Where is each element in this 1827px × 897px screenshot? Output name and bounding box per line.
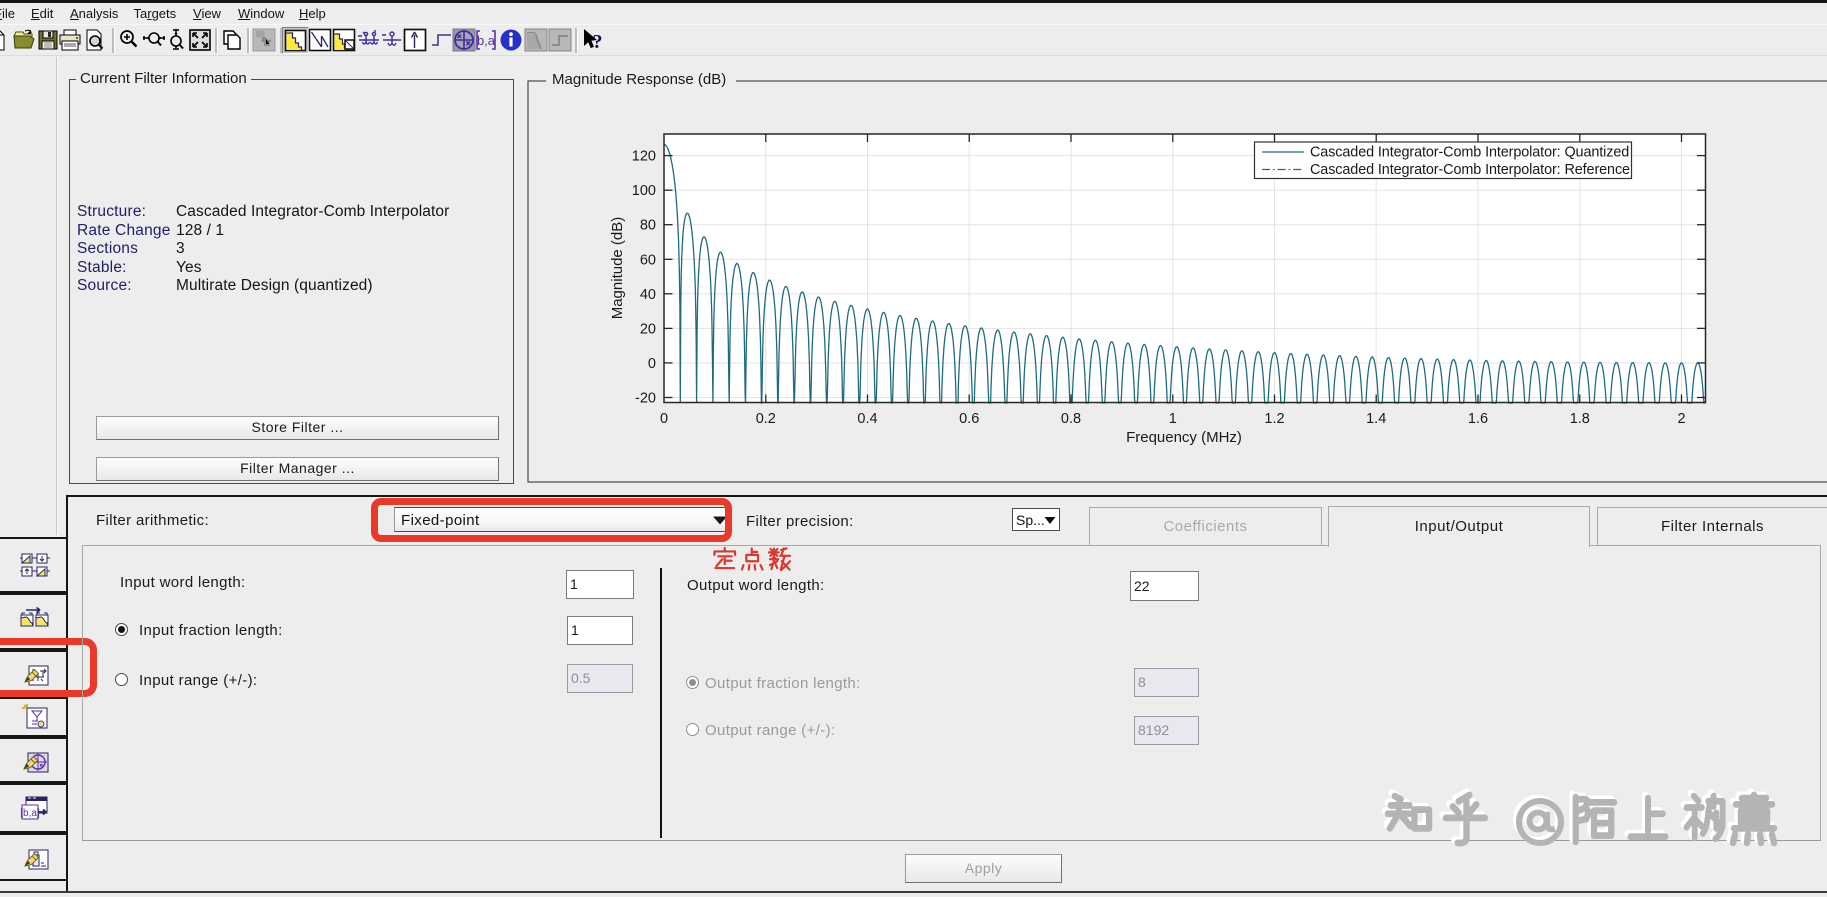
svg-text:Cascaded Integrator-Comb Inter: Cascaded Integrator-Comb Interpolator: R… bbox=[1310, 162, 1630, 178]
svg-text:0: 0 bbox=[648, 356, 656, 372]
svg-text:1.6: 1.6 bbox=[1468, 411, 1488, 427]
svg-text:?: ? bbox=[593, 31, 603, 52]
svg-text:Magnitude (dB): Magnitude (dB) bbox=[609, 217, 626, 320]
svg-text:120: 120 bbox=[632, 149, 656, 165]
svg-text:Cascaded Integrator-Comb Inter: Cascaded Integrator-Comb Interpolator: Q… bbox=[1310, 145, 1629, 161]
svg-text:0.6: 0.6 bbox=[959, 411, 979, 427]
svg-text:40: 40 bbox=[640, 287, 656, 303]
svg-text:20: 20 bbox=[640, 321, 656, 337]
svg-text:1.8: 1.8 bbox=[1570, 411, 1590, 427]
svg-text:Frequency (MHz): Frequency (MHz) bbox=[1126, 429, 1242, 446]
svg-text:0.8: 0.8 bbox=[1061, 411, 1081, 427]
svg-text:0: 0 bbox=[660, 411, 668, 427]
svg-text:60: 60 bbox=[640, 252, 656, 268]
svg-text:-20: -20 bbox=[635, 391, 656, 407]
svg-text:100: 100 bbox=[632, 183, 656, 199]
svg-text:1.2: 1.2 bbox=[1264, 411, 1284, 427]
svg-text:0.2: 0.2 bbox=[756, 411, 776, 427]
svg-text:0.4: 0.4 bbox=[857, 411, 877, 427]
svg-text:80: 80 bbox=[640, 218, 656, 234]
svg-text:b,a: b,a bbox=[477, 33, 496, 48]
svg-text:Magnitude Response (dB): Magnitude Response (dB) bbox=[552, 71, 726, 88]
svg-text:1: 1 bbox=[1169, 411, 1177, 427]
svg-text:2: 2 bbox=[1677, 411, 1685, 427]
svg-text:[b,a]: [b,a] bbox=[20, 808, 40, 819]
svg-text:1.4: 1.4 bbox=[1366, 411, 1386, 427]
